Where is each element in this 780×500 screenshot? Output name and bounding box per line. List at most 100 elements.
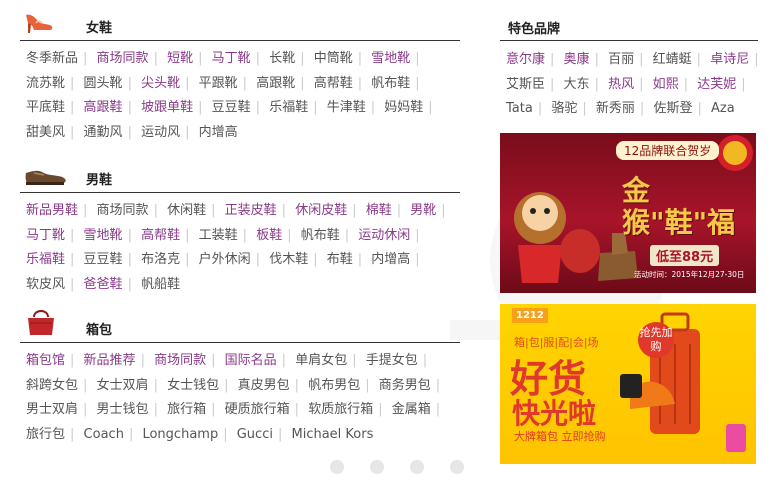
category-link-text[interactable]: 奥康 <box>564 52 590 67</box>
category-link-text[interactable]: 内增高 <box>371 252 410 267</box>
category-link-text[interactable]: 帆船鞋 <box>141 277 180 292</box>
category-link-text[interactable]: 高跟靴 <box>256 76 295 91</box>
category-link-text[interactable]: 短靴 <box>167 51 193 66</box>
category-link-text[interactable]: 新品推荐 <box>84 353 136 368</box>
category-link-text[interactable]: 伐木鞋 <box>269 252 308 267</box>
carousel-dot[interactable] <box>450 460 465 474</box>
category-link-text[interactable]: 商场同款 <box>97 51 149 66</box>
category-link-text[interactable]: 工装鞋 <box>199 228 238 243</box>
category-link-text[interactable]: 男士双肩 <box>26 402 78 417</box>
category-link-text[interactable]: 达芙妮 <box>697 77 736 92</box>
category-link-text[interactable]: 高跟鞋 <box>84 100 123 115</box>
category-link-text[interactable]: 正装皮鞋 <box>225 203 277 218</box>
category-link-text[interactable]: 板鞋 <box>256 228 282 243</box>
category-link-text[interactable]: Michael Kors <box>292 427 374 442</box>
category-link-text[interactable]: 佐斯登 <box>653 101 692 116</box>
new-year-promo-banner[interactable]: 12品牌联合贺岁 金猴"鞋"福 低至88元 活动时间：2015年12月27-30… <box>500 133 756 293</box>
category-link-text[interactable]: 平底鞋 <box>26 100 65 115</box>
category-link-text[interactable]: 金属箱 <box>392 402 431 417</box>
category-link-text[interactable]: 运动休闲 <box>358 228 410 243</box>
category-link-text[interactable]: 豆豆鞋 <box>84 252 123 267</box>
category-link-text[interactable]: 棉鞋 <box>366 203 392 218</box>
category-link-text[interactable]: 帆布鞋 <box>371 76 410 91</box>
category-link-text[interactable]: 真皮男包 <box>238 378 290 393</box>
category-link-text[interactable]: 商务男包 <box>379 378 431 393</box>
category-link-text[interactable]: Aza <box>711 101 735 116</box>
category-link-text[interactable]: 高帮鞋 <box>141 228 180 243</box>
category-link-text[interactable]: Tata <box>506 101 533 116</box>
category-link-text[interactable]: Gucci <box>237 427 273 442</box>
category-link-text[interactable]: Coach <box>84 427 124 442</box>
category-link-text[interactable]: 艾斯臣 <box>506 77 545 92</box>
category-link-text[interactable]: 硬质旅行箱 <box>225 402 290 417</box>
category-link-text[interactable]: 圆头靴 <box>84 76 123 91</box>
category-link-text[interactable]: 长靴 <box>269 51 295 66</box>
link-separator: | <box>357 75 363 91</box>
category-link-text[interactable]: 女士钱包 <box>167 378 219 393</box>
carousel-dot[interactable] <box>330 460 344 474</box>
category-link-text[interactable]: 箱包馆 <box>26 353 65 368</box>
category-link-text[interactable]: 意尔康 <box>506 52 545 67</box>
category-link-text[interactable]: 乐福鞋 <box>269 100 308 115</box>
category-link-text[interactable]: 户外休闲 <box>199 252 251 267</box>
category-link-text[interactable]: 新秀丽 <box>596 101 635 116</box>
category-link-text[interactable]: 休闲鞋 <box>167 203 206 218</box>
section-title: 女鞋 <box>86 21 113 36</box>
category-link-text[interactable]: 百丽 <box>608 52 634 67</box>
category-link-text[interactable]: 中筒靴 <box>314 51 353 66</box>
category-link-text[interactable]: 旅行包 <box>26 427 65 442</box>
category-link-text[interactable]: 女士双肩 <box>97 378 149 393</box>
category-link-text[interactable]: 马丁靴 <box>212 51 251 66</box>
category-link-text[interactable]: 雪地靴 <box>84 228 123 243</box>
category-link-text[interactable]: 休闲皮鞋 <box>295 203 347 218</box>
category-link-text[interactable]: 牛津鞋 <box>327 100 366 115</box>
category-link: 休闲皮鞋 | <box>295 203 361 218</box>
category-link-text[interactable]: 商场同款 <box>97 203 149 218</box>
category-link-text[interactable]: 妈妈鞋 <box>384 100 423 115</box>
category-link-text[interactable]: 骆驼 <box>551 101 577 116</box>
category-link-text[interactable]: 国际名品 <box>225 353 277 368</box>
category-link-text[interactable]: 内增高 <box>199 125 238 140</box>
section-title: 箱包 <box>86 323 113 338</box>
category-link-text[interactable]: 豆豆鞋 <box>212 100 251 115</box>
category-link-text[interactable]: 尖头靴 <box>141 76 180 91</box>
category-link-text[interactable]: 卓诗尼 <box>710 52 749 67</box>
category-link-text[interactable]: 平跟靴 <box>199 76 238 91</box>
category-link-text[interactable]: 冬季新品 <box>26 51 78 66</box>
category-link-text[interactable]: 如熙 <box>653 77 679 92</box>
category-link-text[interactable]: 新品男鞋 <box>26 203 78 218</box>
category-link-text[interactable]: 男士钱包 <box>97 402 149 417</box>
category-link-text[interactable]: 大东 <box>564 77 590 92</box>
category-link-text[interactable]: 旅行箱 <box>167 402 206 417</box>
category-link-text[interactable]: 爸爸鞋 <box>84 277 123 292</box>
category-link-text[interactable]: 马丁靴 <box>26 228 65 243</box>
link-separator: | <box>594 76 599 92</box>
luggage-promo-banner[interactable]: 1212 箱|包|服|配|会|场 好货 快光啦 抢先加购 大牌箱包 立即抢购 <box>500 304 756 464</box>
category-link-text[interactable]: 雪地靴 <box>371 51 410 66</box>
category-link-text[interactable]: 帆布鞋 <box>301 228 340 243</box>
category-link-text[interactable]: 布洛克 <box>141 252 180 267</box>
category-link-text[interactable]: 软皮风 <box>26 277 65 292</box>
category-link-text[interactable]: 单肩女包 <box>295 353 347 368</box>
category-link-text[interactable]: 热风 <box>608 77 634 92</box>
category-link-text[interactable]: 高帮鞋 <box>314 76 353 91</box>
category-link-text[interactable]: 乐福鞋 <box>26 252 65 267</box>
category-link-text[interactable]: 流苏靴 <box>26 76 65 91</box>
category-link-text[interactable]: 红蜻蜓 <box>653 52 692 67</box>
category-link-text[interactable]: 布鞋 <box>327 252 353 267</box>
carousel-dot[interactable] <box>410 460 425 474</box>
category-link-text[interactable]: 坡跟单鞋 <box>141 100 193 115</box>
high-heel-icon <box>24 11 54 39</box>
category-link-text[interactable]: 帆布男包 <box>308 378 360 393</box>
category-link-text[interactable]: 甜美风 <box>26 125 65 140</box>
category-link-text[interactable]: 手提女包 <box>366 353 418 368</box>
carousel-dot[interactable] <box>370 460 385 474</box>
category-link-text[interactable]: 通勤风 <box>84 125 123 140</box>
category-link-text[interactable]: 运动风 <box>141 125 180 140</box>
category-link-text[interactable]: 商场同款 <box>154 353 206 368</box>
category-link-text[interactable]: 男靴 <box>410 203 436 218</box>
category-link-text[interactable]: 软质旅行箱 <box>308 402 373 417</box>
carousel-dots[interactable] <box>330 460 486 478</box>
category-link-text[interactable]: 斜跨女包 <box>26 378 78 393</box>
category-link-text[interactable]: Longchamp <box>142 427 218 442</box>
